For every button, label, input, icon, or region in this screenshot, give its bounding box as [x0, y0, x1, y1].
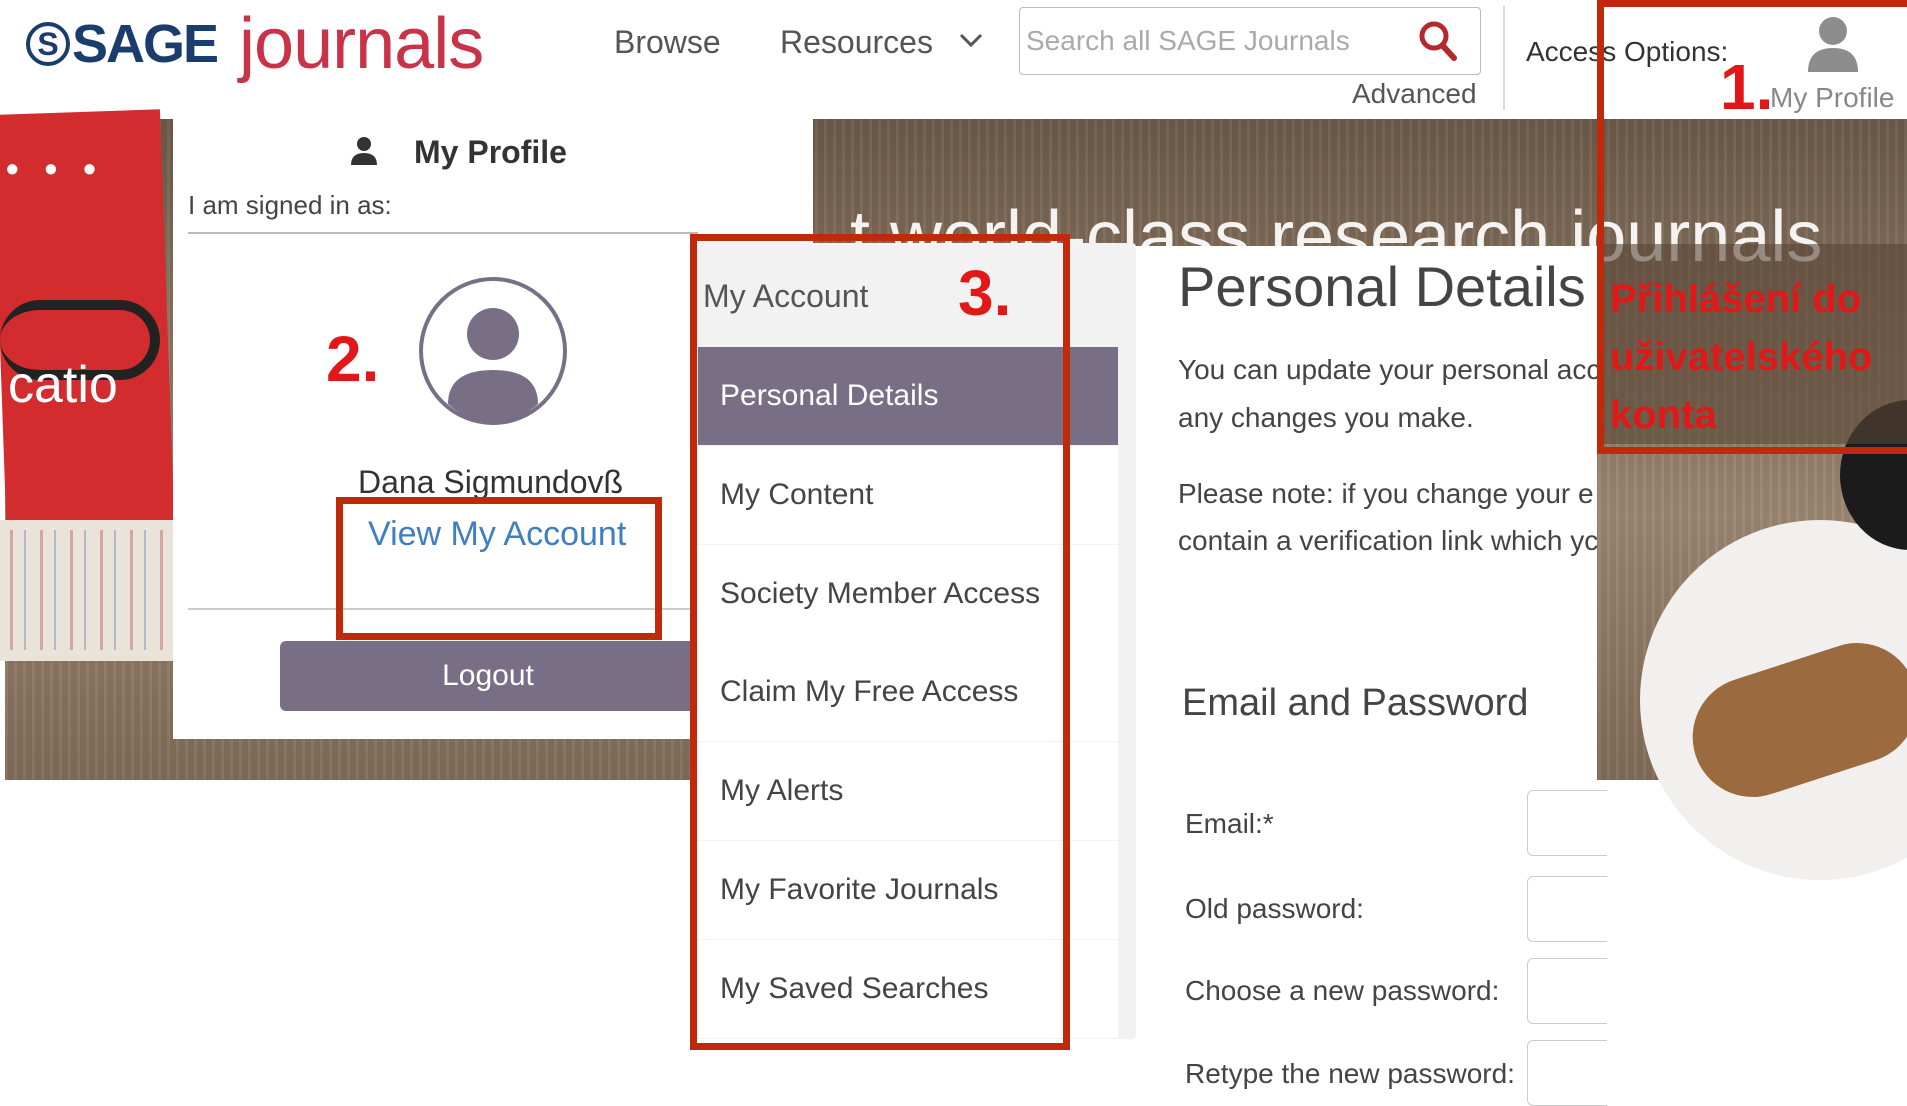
- search-box: [1019, 7, 1481, 75]
- search-icon[interactable]: [1418, 20, 1458, 62]
- sage-logo-mark: S: [26, 22, 70, 66]
- logout-button[interactable]: Logout: [280, 641, 696, 711]
- dropdown-title: My Profile: [414, 134, 567, 170]
- new-password-label: Choose a new password:: [1185, 975, 1500, 1006]
- email-field[interactable]: [1527, 790, 1607, 856]
- retype-password-field[interactable]: [1527, 1040, 1607, 1106]
- divider: [188, 232, 698, 234]
- note-text-line: contain a verification link which yc: [1178, 525, 1599, 556]
- new-password-field[interactable]: [1527, 958, 1607, 1024]
- chevron-down-icon[interactable]: [958, 30, 984, 50]
- sage-journals-logo[interactable]: S SAGE journals: [26, 4, 484, 84]
- annotation-box-step-3: [690, 234, 1070, 1050]
- annotation-caption: Přihlášení do uživatelského konta: [1610, 277, 1873, 437]
- annotation-box-step-2: [336, 497, 662, 640]
- search-input[interactable]: [1024, 22, 1408, 60]
- book-cover-text: catio: [8, 356, 118, 414]
- logo-brand-text: SAGE: [72, 14, 219, 74]
- header-divider: [1503, 6, 1505, 110]
- note-text-line: Please note: if you change your e: [1178, 478, 1594, 509]
- annotation-step-1: 1.: [1720, 51, 1774, 123]
- signed-in-user-name: Dana Sigmundovß: [358, 464, 624, 500]
- retype-password-label: Retype the new password:: [1185, 1058, 1515, 1089]
- nav-resources-link[interactable]: Resources: [780, 24, 933, 61]
- book-dots: •••: [6, 148, 122, 189]
- avatar-icon: [419, 277, 567, 425]
- old-password-field[interactable]: [1527, 876, 1607, 942]
- signed-in-label: I am signed in as:: [188, 190, 392, 220]
- intro-text-line: any changes you make.: [1178, 402, 1474, 433]
- nav-browse-link[interactable]: Browse: [614, 24, 721, 61]
- user-icon: [351, 137, 377, 165]
- logo-product-text: journals: [239, 4, 484, 84]
- annotation-step-3: 3.: [958, 257, 1012, 329]
- old-password-label: Old password:: [1185, 893, 1364, 924]
- email-password-heading: Email and Password: [1182, 682, 1529, 724]
- email-label: Email:*: [1185, 808, 1274, 839]
- page-title: Personal Details: [1178, 255, 1586, 318]
- advanced-search-link[interactable]: Advanced: [1352, 78, 1477, 110]
- annotation-step-2: 2.: [326, 323, 380, 395]
- intro-text-line: You can update your personal acc: [1178, 354, 1601, 385]
